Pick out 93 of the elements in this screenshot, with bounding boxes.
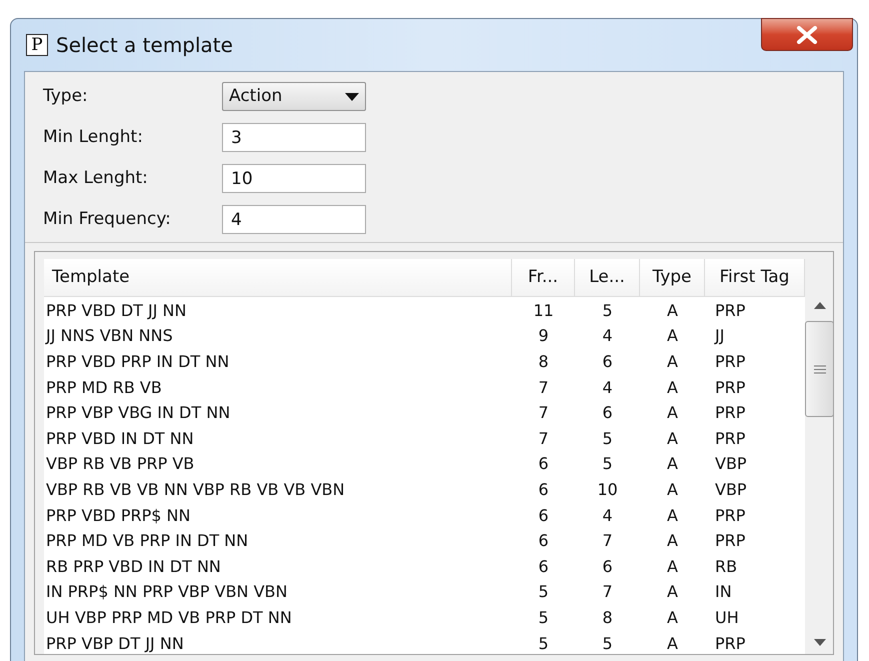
table-cell-text: PRP xyxy=(714,403,746,424)
table-cell-text: 7 xyxy=(537,428,550,449)
table-cell-text: 6 xyxy=(601,403,614,424)
input-field[interactable]: 10 xyxy=(222,164,366,193)
table-cell-text: JJ NNS VBN NNS xyxy=(44,326,174,346)
table-cell-text: 7 xyxy=(537,378,550,398)
table-cell-text: PRP MD RB VB xyxy=(45,378,163,398)
field-label: Min Frequency: xyxy=(43,208,172,231)
table-cell-text: A xyxy=(666,454,679,474)
table-cell-text: 11 xyxy=(532,300,555,321)
table-cell-text: PRP xyxy=(714,531,746,552)
input-field[interactable]: 4 xyxy=(222,205,366,234)
caret-icon xyxy=(345,92,359,100)
window-title: Select a template xyxy=(56,32,233,59)
table-cell-text: IN PRP$ NN PRP VBP VBN VBN xyxy=(45,582,288,602)
table-cell-text: 5 xyxy=(537,608,550,628)
table-cell-text: VBP RB VB VB NN VBP RB VB VB VBN xyxy=(45,480,346,500)
table-cell-text: 10 xyxy=(596,480,619,500)
column-header[interactable]: Le... xyxy=(575,259,640,297)
close-icon xyxy=(796,26,818,44)
app-icon: P xyxy=(26,34,48,56)
table-cell-text: RB xyxy=(714,556,738,577)
table-cell-text: RB PRP VBD IN DT NN xyxy=(45,556,222,577)
table-cell-text: 4 xyxy=(601,378,614,398)
table-cell-text: 8 xyxy=(601,608,614,628)
column-header[interactable]: Type xyxy=(640,259,705,297)
table-cell-text: 4 xyxy=(601,326,614,346)
table-cell-text: UH VBP PRP MD VB PRP DT NN xyxy=(45,608,293,628)
table-cell-text: PRP VBP VBG IN DT NN xyxy=(45,403,232,424)
table-cell-text: 8 xyxy=(537,352,550,372)
field-label: Type: xyxy=(43,84,89,108)
table-cell-text: A xyxy=(666,506,679,526)
table-cell-text: 7 xyxy=(601,582,614,602)
table-cell-text: 6 xyxy=(537,480,550,500)
scroll-down-icon xyxy=(814,639,826,646)
table-cell-text: A xyxy=(666,582,679,602)
table-cell-text: PRP xyxy=(714,634,746,654)
table-cell-text: 5 xyxy=(537,582,550,602)
table-cell-text: A xyxy=(666,403,679,424)
table-cell-text: 4 xyxy=(601,506,614,526)
table-cell-text: PRP VBD IN DT NN xyxy=(45,428,195,449)
grip-icon xyxy=(814,364,826,374)
table-cell-text: PRP xyxy=(714,300,746,321)
table-cell-text: A xyxy=(666,352,679,372)
table-cell-text: 6 xyxy=(537,556,550,577)
table-cell-text: 9 xyxy=(537,326,550,346)
table-cell-text: PRP xyxy=(714,378,746,398)
column-header[interactable]: Template xyxy=(44,259,512,297)
table-cell-text: IN xyxy=(714,582,733,602)
table-cell-text: A xyxy=(666,608,679,628)
table-cell-text: 6 xyxy=(537,531,550,552)
table-cell-text: PRP VBD PRP$ NN xyxy=(45,506,192,526)
table-cell-text: 7 xyxy=(537,403,550,424)
close-button[interactable] xyxy=(761,18,853,51)
table-cell-text: 6 xyxy=(601,352,614,372)
table-cell-text: 5 xyxy=(601,300,614,321)
table-cell-text: 6 xyxy=(601,556,614,577)
table-cell-text: PRP VBP DT JJ NN xyxy=(45,634,185,654)
table-cell-text: 6 xyxy=(537,506,550,526)
column-header[interactable]: Fr... xyxy=(512,259,575,297)
type-dropdown[interactable]: Action xyxy=(222,82,366,111)
field-label: Min Lenght: xyxy=(43,126,144,149)
table-cell-text: 5 xyxy=(601,634,614,654)
table-cell-text: PRP xyxy=(714,352,746,372)
table-cell-text: 5 xyxy=(537,634,550,654)
table-cell-text: A xyxy=(666,531,679,552)
table-cell-text: A xyxy=(666,378,679,398)
table-cell-text: A xyxy=(666,480,679,500)
table-cell-text: 6 xyxy=(537,454,550,474)
table-cell-text: VBP xyxy=(714,454,748,474)
table-cell-text: VBP RB VB PRP VB xyxy=(45,454,196,474)
table-cell-text: PRP VBD DT JJ NN xyxy=(45,300,188,321)
table-cell-text: 5 xyxy=(601,428,614,449)
vertical-scrollbar[interactable] xyxy=(805,252,833,654)
table-cell-text: A xyxy=(666,634,679,654)
field-label: Max Lenght: xyxy=(43,166,149,190)
table-cell-text: PRP MD VB PRP IN DT NN xyxy=(45,531,250,552)
table-cell-text: UH xyxy=(714,608,740,628)
table-cell-text: A xyxy=(666,556,679,577)
scroll-up-icon xyxy=(814,302,826,309)
table-cell-text: 5 xyxy=(601,454,614,474)
scroll-thumb[interactable] xyxy=(805,321,833,417)
table-cell-text: VBP xyxy=(714,480,748,500)
table-cell-text: A xyxy=(666,428,679,449)
input-field[interactable]: 3 xyxy=(222,123,366,152)
table-cell-text: A xyxy=(666,300,679,321)
table-cell-text: PRP xyxy=(714,428,746,449)
table-cell-text: 7 xyxy=(601,531,614,552)
column-header[interactable]: First Tag xyxy=(705,259,805,297)
table-cell-text: JJ xyxy=(713,326,726,346)
table-cell-text: PRP VBD PRP IN DT NN xyxy=(45,352,230,372)
table-cell-text: PRP xyxy=(714,506,746,526)
table-cell-text: A xyxy=(666,326,679,346)
